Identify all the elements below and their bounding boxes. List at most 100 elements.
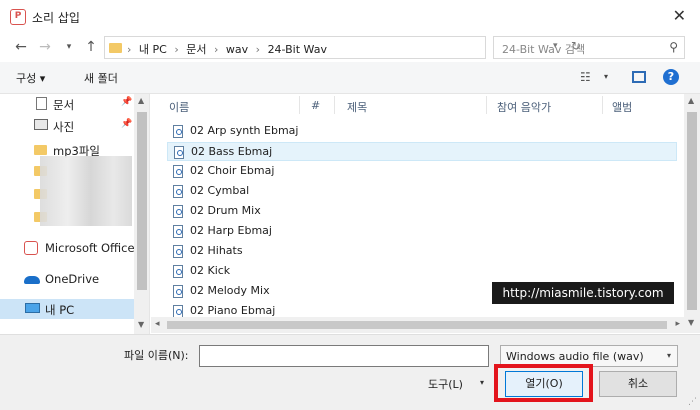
- scroll-right-icon[interactable]: ▸: [675, 319, 680, 329]
- sort-ascending-icon: ^: [247, 94, 255, 100]
- up-arrow-icon[interactable]: ↑: [82, 38, 100, 56]
- nav-item-label: 내 PC: [45, 303, 75, 317]
- pin-icon[interactable]: 📌: [121, 119, 132, 129]
- audio-file-icon: [173, 225, 183, 238]
- nav-item-onedrive[interactable]: OneDrive: [0, 269, 134, 289]
- file-type-value: Windows audio file (wav): [506, 350, 644, 363]
- column-header-album[interactable]: 앨범: [612, 94, 672, 116]
- file-name: 02 Hihats: [190, 244, 243, 257]
- scroll-down-icon[interactable]: ▼: [688, 318, 694, 327]
- audio-file-icon: [173, 285, 183, 298]
- horizontal-scrollbar[interactable]: ◂ ▸: [151, 317, 684, 333]
- cancel-button[interactable]: 취소: [599, 371, 677, 397]
- view-options-icon[interactable]: ☷: [580, 70, 591, 84]
- file-row[interactable]: 02 Drum Mix: [167, 202, 677, 221]
- blurred-folder-names: [40, 156, 132, 226]
- organize-button[interactable]: 구성 ▾: [16, 70, 45, 86]
- window-title: 소리 삽입: [32, 11, 80, 25]
- breadcrumb-item[interactable]: 내 PC: [139, 43, 167, 56]
- help-icon[interactable]: ?: [663, 69, 679, 85]
- scroll-down-icon[interactable]: ▼: [138, 320, 144, 329]
- vertical-scrollbar[interactable]: ▲ ▼: [684, 94, 700, 333]
- office-icon: [24, 241, 38, 255]
- file-name: 02 Harp Ebmaj: [190, 224, 272, 237]
- column-header-number[interactable]: #: [311, 94, 341, 116]
- scrollbar-thumb[interactable]: [167, 321, 667, 329]
- file-name: 02 Melody Mix: [190, 284, 270, 297]
- audio-file-icon: [173, 265, 183, 278]
- nav-item-label: 사진: [53, 120, 75, 134]
- file-row[interactable]: 02 Kick: [167, 262, 677, 281]
- preview-pane-icon[interactable]: [632, 71, 646, 83]
- back-arrow-icon[interactable]: ←: [12, 38, 30, 56]
- file-name: 02 Drum Mix: [190, 204, 261, 217]
- chevron-down-icon: ▾: [666, 351, 671, 360]
- audio-file-icon: [174, 146, 184, 159]
- close-icon[interactable]: ✕: [673, 6, 686, 25]
- audio-file-icon: [173, 125, 183, 138]
- address-bar[interactable]: › 내 PC › 문서 › wav › 24-Bit Wav ▾ ↻: [104, 36, 581, 59]
- nav-item-office[interactable]: Microsoft Office P: [0, 238, 134, 258]
- breadcrumb-item[interactable]: 문서: [186, 43, 206, 56]
- search-icon: ⚲: [669, 40, 678, 54]
- scrollbar-thumb[interactable]: [687, 112, 697, 310]
- recent-locations-chevron-icon[interactable]: ▾: [60, 38, 78, 56]
- breadcrumb-item[interactable]: 24-Bit Wav: [268, 43, 327, 56]
- scroll-up-icon[interactable]: ▲: [138, 96, 144, 105]
- watermark-url: http://miasmile.tistory.com: [492, 282, 674, 304]
- file-row-selected[interactable]: 02 Bass Ebmaj: [167, 142, 677, 161]
- dialog-footer: 파일 이름(N): Windows audio file (wav) ▾ 도구(…: [0, 334, 700, 410]
- audio-file-icon: [173, 185, 183, 198]
- file-row[interactable]: 02 Hihats: [167, 242, 677, 261]
- address-row: ← → ▾ ↑ › 내 PC › 문서 › wav › 24-Bit Wav ▾…: [0, 34, 700, 62]
- tools-dropdown-icon[interactable]: ▾: [480, 378, 484, 387]
- forward-arrow-icon[interactable]: →: [36, 38, 54, 56]
- computer-icon: [25, 303, 40, 313]
- folder-icon: [34, 145, 47, 155]
- nav-scrollbar[interactable]: ▲ ▼: [134, 94, 149, 334]
- nav-item-label: OneDrive: [45, 272, 100, 286]
- tools-button[interactable]: 도구(L): [428, 376, 463, 392]
- nav-item-pictures[interactable]: 사진 📌: [0, 116, 134, 136]
- audio-file-icon: [173, 205, 183, 218]
- filename-label: 파일 이름(N):: [124, 349, 189, 362]
- pictures-icon: [34, 119, 48, 130]
- file-name: 02 Cymbal: [190, 184, 250, 197]
- command-bar: 구성 ▾ 새 폴더 ☷ ▾ ?: [0, 62, 700, 94]
- file-name: 02 Bass Ebmaj: [191, 145, 273, 158]
- file-name: 02 Choir Ebmaj: [190, 164, 275, 177]
- nav-item-label: 문서: [53, 98, 75, 112]
- column-header-name[interactable]: ^ 이름: [169, 94, 307, 116]
- scrollbar-thumb[interactable]: [137, 112, 147, 290]
- nav-item-this-pc[interactable]: 내 PC: [0, 299, 134, 319]
- audio-file-icon: [173, 165, 183, 178]
- new-folder-button[interactable]: 새 폴더: [84, 70, 118, 86]
- file-row[interactable]: 02 Harp Ebmaj: [167, 222, 677, 241]
- breadcrumb-item[interactable]: wav: [226, 43, 248, 56]
- file-row[interactable]: 02 Cymbal: [167, 182, 677, 201]
- powerpoint-app-icon: P: [10, 9, 26, 25]
- column-header-artists[interactable]: 참여 음악가: [497, 94, 597, 116]
- resize-grip-icon[interactable]: ⋰: [688, 397, 697, 407]
- navigation-pane: 문서 📌 사진 📌 mp3파일 Microsoft Office P OneDr…: [0, 94, 150, 334]
- search-input[interactable]: 24-Bit Wav 검색 ⚲: [493, 36, 685, 59]
- file-name: 02 Arp synth Ebmaj: [190, 124, 299, 137]
- onedrive-icon: [24, 276, 40, 284]
- folder-icon: [109, 43, 122, 53]
- file-row[interactable]: 02 Choir Ebmaj: [167, 162, 677, 181]
- file-name: 02 Piano Ebmaj: [190, 304, 276, 317]
- breadcrumb: › 내 PC › 문서 › wav › 24-Bit Wav: [127, 43, 327, 56]
- column-header-title[interactable]: 제목: [347, 94, 487, 116]
- filename-input[interactable]: [199, 345, 489, 367]
- file-row[interactable]: 02 Arp synth Ebmaj: [167, 122, 677, 141]
- nav-item-documents[interactable]: 문서 📌: [0, 94, 134, 114]
- title-bar: P 소리 삽입 ✕: [0, 0, 700, 34]
- search-placeholder: 24-Bit Wav 검색: [502, 43, 586, 56]
- pin-icon[interactable]: 📌: [121, 97, 132, 107]
- nav-item-label: Microsoft Office P: [45, 241, 134, 255]
- scroll-up-icon[interactable]: ▲: [688, 96, 694, 105]
- file-name: 02 Kick: [190, 264, 231, 277]
- scroll-left-icon[interactable]: ◂: [155, 319, 160, 329]
- highlight-box: [494, 364, 593, 402]
- view-dropdown-icon[interactable]: ▾: [604, 72, 608, 81]
